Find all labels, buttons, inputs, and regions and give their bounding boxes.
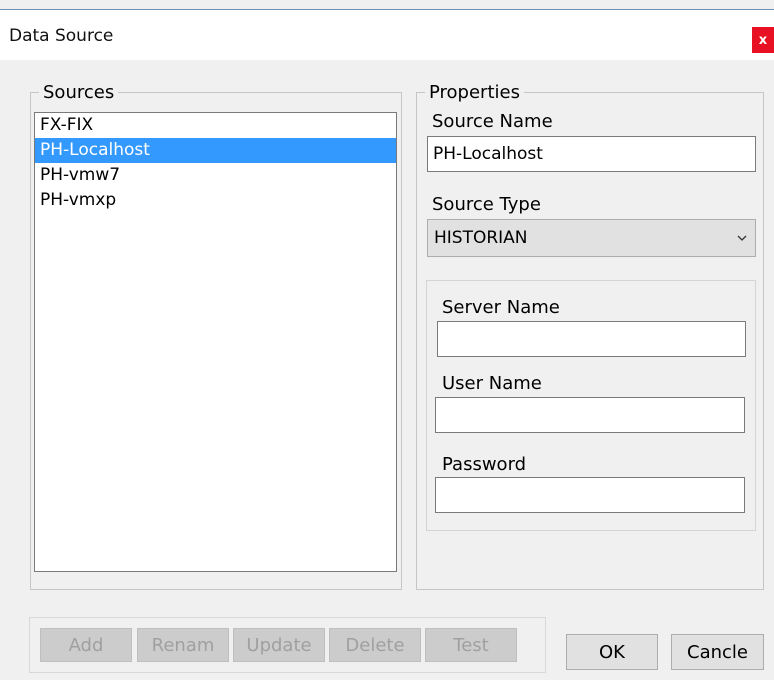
properties-legend: Properties <box>429 82 520 103</box>
user-name-field[interactable] <box>435 397 745 433</box>
title-bar <box>0 10 774 60</box>
cancel-button[interactable]: Cancle <box>671 634 764 670</box>
window-title: Data Source <box>9 26 114 46</box>
server-name-field[interactable] <box>437 321 746 357</box>
ok-button[interactable]: OK <box>566 634 658 670</box>
window-top-edge <box>0 0 774 10</box>
password-field[interactable] <box>435 477 745 513</box>
list-item[interactable]: PH-Localhost <box>35 138 396 163</box>
source-type-select[interactable]: HISTORIAN <box>427 219 756 257</box>
close-button[interactable]: x <box>752 27 774 53</box>
delete-button[interactable]: Delete <box>329 628 421 662</box>
source-type-label: Source Type <box>432 194 541 215</box>
source-type-value: HISTORIAN <box>434 228 528 248</box>
sources-listbox[interactable]: FX-FIX PH-Localhost PH-vmw7 PH-vmxp <box>34 112 397 572</box>
source-name-field[interactable]: PH-Localhost <box>427 136 756 172</box>
list-item[interactable]: PH-vmw7 <box>35 163 396 188</box>
close-icon: x <box>758 32 768 48</box>
chevron-down-icon <box>737 235 747 241</box>
list-item[interactable]: FX-FIX <box>35 113 396 138</box>
server-name-label: Server Name <box>442 297 560 318</box>
add-button[interactable]: Add <box>40 628 132 662</box>
update-button[interactable]: Update <box>233 628 325 662</box>
sources-legend: Sources <box>43 82 115 103</box>
source-name-label: Source Name <box>432 111 553 132</box>
rename-button[interactable]: Renam <box>137 628 229 662</box>
password-label: Password <box>442 454 527 475</box>
list-item[interactable]: PH-vmxp <box>35 188 396 213</box>
test-button[interactable]: Test <box>425 628 517 662</box>
user-name-label: User Name <box>442 373 542 394</box>
